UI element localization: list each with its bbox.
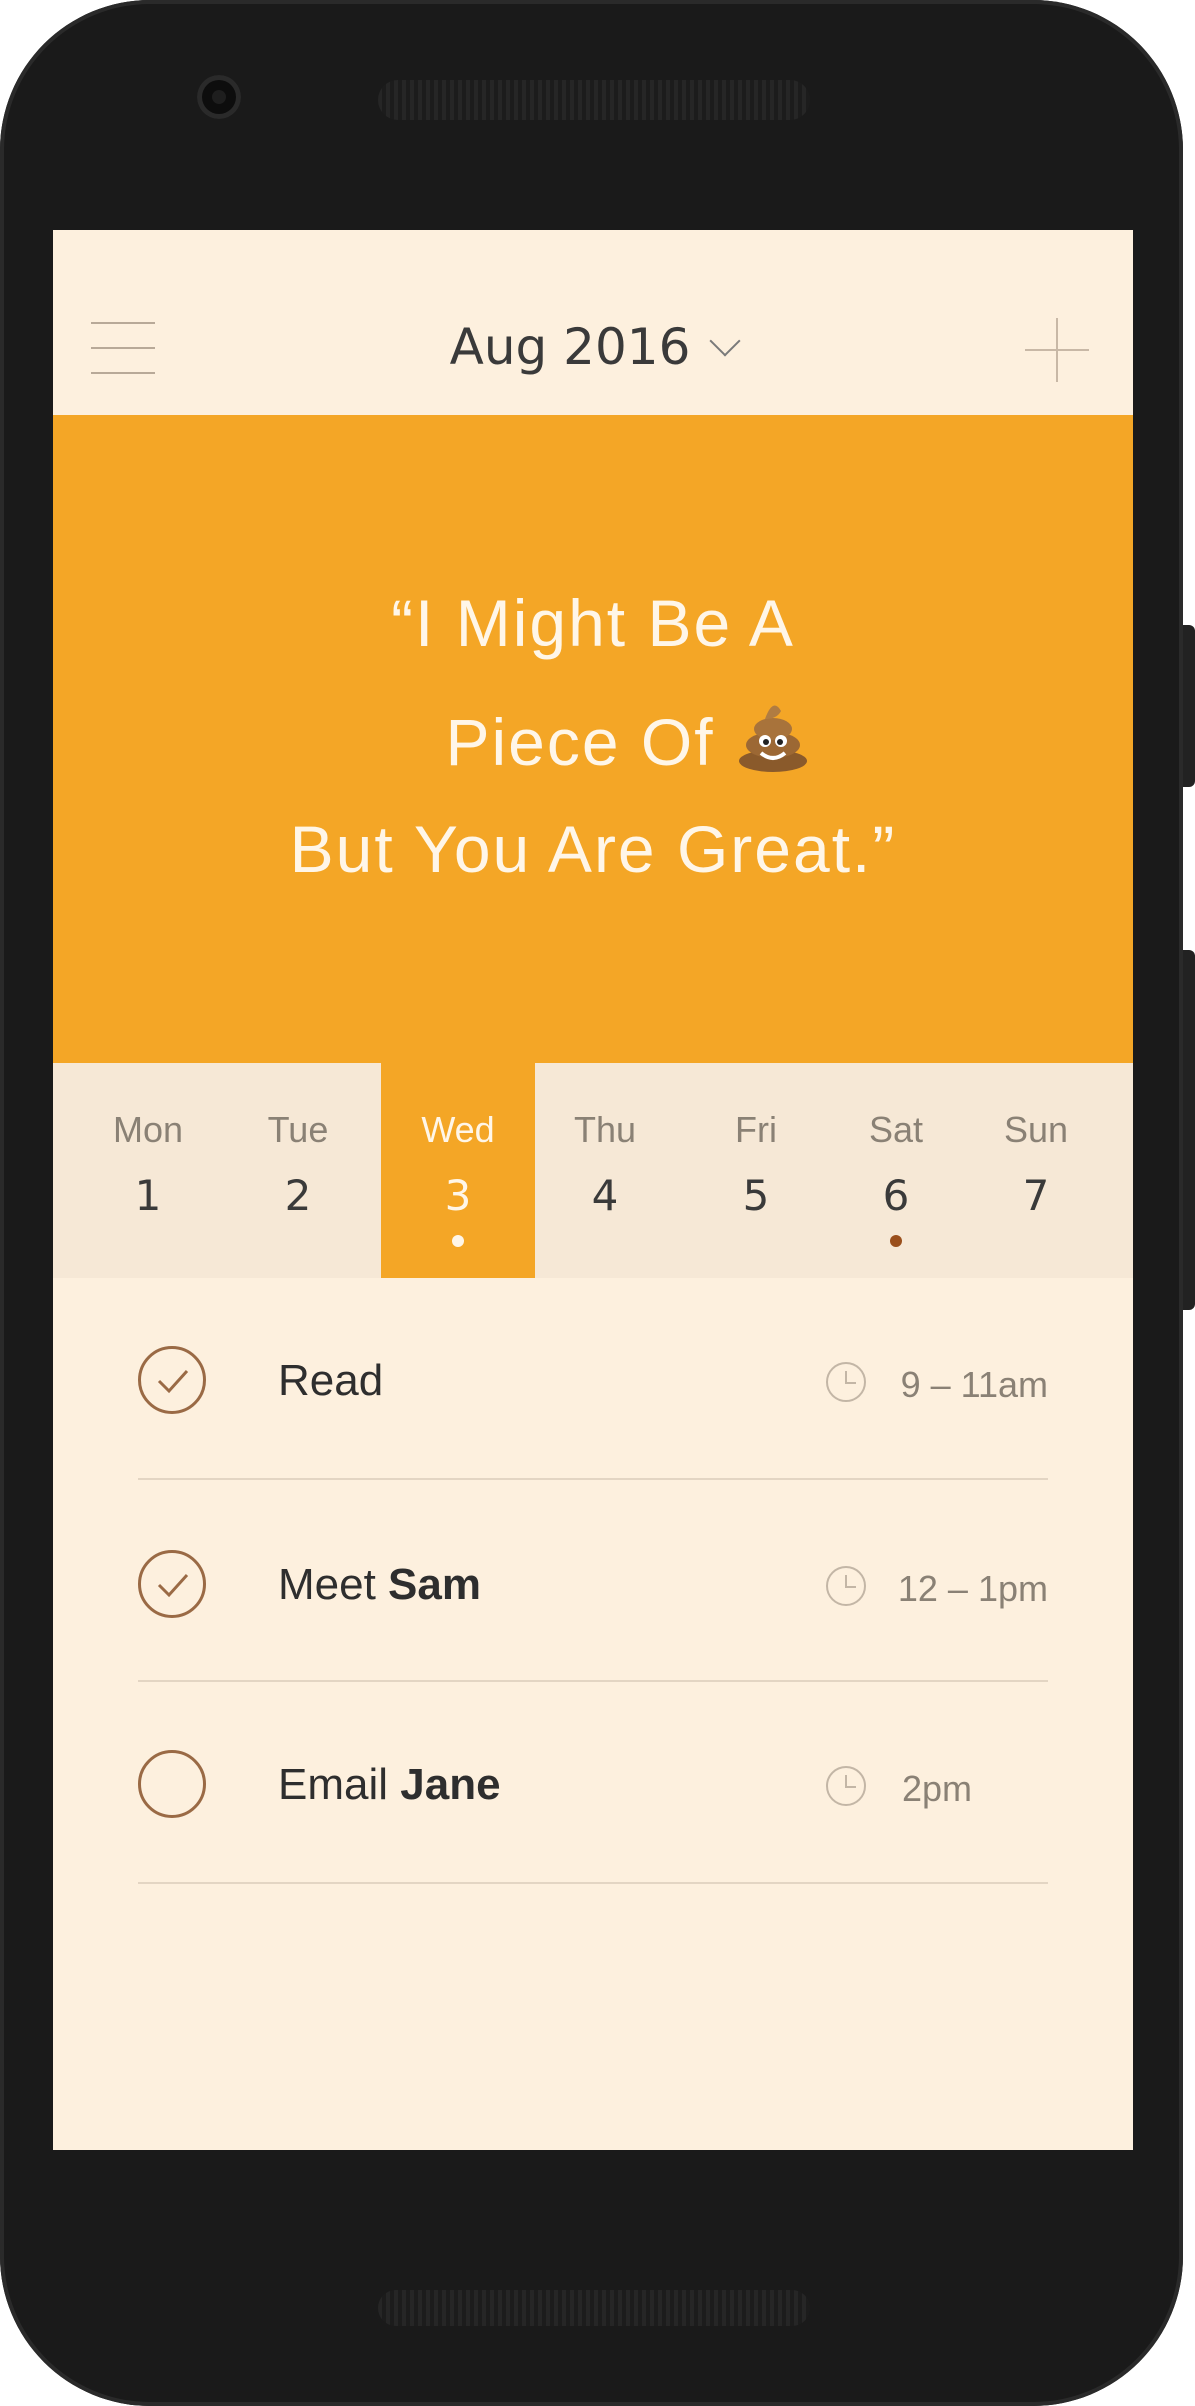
task-time: 12 – 1pm: [897, 1568, 1048, 1609]
volume-button: [1183, 625, 1195, 787]
month-label: Aug 2016: [449, 318, 691, 376]
top-bar: Aug 2016: [53, 230, 1133, 415]
day-mon[interactable]: Mon 1: [93, 1063, 203, 1278]
week-strip: Mon 1 Tue 2 Wed 3 Thu 4 Fri 5 Sat 6 Sun …: [53, 1063, 1133, 1278]
day-fri[interactable]: Fri 5: [701, 1063, 811, 1278]
quote-banner: “I Might Be A Piece Of But You Are Great…: [53, 415, 1133, 1063]
day-name: Sat: [868, 1109, 924, 1150]
clock-icon: [826, 1362, 866, 1402]
task-row[interactable]: Email Jane 2pm: [138, 1682, 1048, 1884]
day-thu[interactable]: Thu 4: [550, 1063, 660, 1278]
power-button: [1183, 950, 1195, 1310]
day-sun[interactable]: Sun 7: [981, 1063, 1091, 1278]
day-wed[interactable]: Wed 3: [381, 1063, 535, 1278]
day-number: 3: [444, 1171, 472, 1220]
day-name: Wed: [421, 1109, 495, 1150]
day-tue[interactable]: Tue 2: [243, 1063, 353, 1278]
day-number: 6: [882, 1171, 910, 1220]
chevron-down-icon: [709, 325, 741, 357]
day-name: Sun: [1003, 1109, 1069, 1150]
day-number: 7: [1022, 1171, 1050, 1220]
pile-of-poo-emoji: [735, 697, 811, 773]
task-time: 2pm: [901, 1768, 972, 1809]
checked-circle-icon[interactable]: [138, 1550, 206, 1618]
day-number: 5: [742, 1171, 770, 1220]
event-dot: [890, 1235, 902, 1247]
task-row[interactable]: Read 9 – 11am: [138, 1278, 1048, 1480]
day-name: Fri: [735, 1109, 777, 1150]
day-number: 1: [134, 1171, 162, 1220]
app-screen: Aug 2016 “I Might Be A Piece Of But You …: [53, 230, 1133, 2150]
event-dot: [452, 1235, 464, 1247]
day-name: Thu: [573, 1109, 637, 1150]
day-sat[interactable]: Sat 6: [841, 1063, 951, 1278]
front-camera: [197, 75, 241, 119]
task-row[interactable]: Meet Sam 12 – 1pm: [138, 1480, 1048, 1682]
task-title: Read: [278, 1356, 384, 1405]
task-title: Email Jane: [278, 1760, 501, 1809]
earpiece-speaker: [378, 80, 810, 120]
quote-line-2: Piece Of: [53, 697, 1133, 780]
day-name: Mon: [112, 1109, 184, 1150]
plus-icon[interactable]: [1025, 318, 1089, 382]
clock-icon: [826, 1566, 866, 1606]
day-name: Tue: [267, 1109, 329, 1150]
task-time: 9 – 11am: [900, 1364, 1048, 1405]
bottom-speaker: [378, 2290, 810, 2326]
month-selector[interactable]: Aug 2016: [53, 318, 1133, 376]
clock-icon: [826, 1766, 866, 1806]
task-title: Meet Sam: [278, 1560, 481, 1609]
unchecked-circle-icon[interactable]: [138, 1750, 206, 1818]
quote-line-2-text: Piece Of: [445, 705, 715, 779]
quote-line-1: “I Might Be A: [391, 586, 795, 660]
day-number: 2: [284, 1171, 312, 1220]
phone-frame: Aug 2016 “I Might Be A Piece Of But You …: [0, 0, 1183, 2406]
checked-circle-icon[interactable]: [138, 1346, 206, 1414]
quote-line-3: But You Are Great.”: [289, 812, 897, 886]
day-number: 4: [591, 1171, 619, 1220]
